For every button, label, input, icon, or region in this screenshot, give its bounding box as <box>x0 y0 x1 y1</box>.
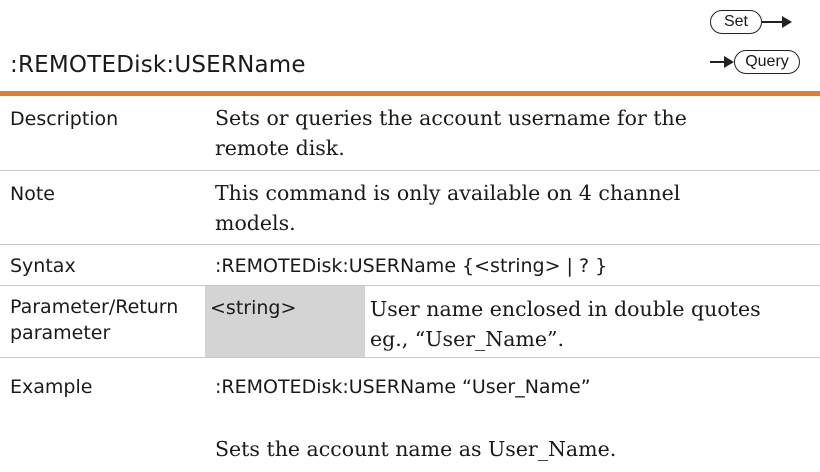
set-arrow-icon <box>762 16 792 28</box>
example-command: :REMOTEDisk:USERName “User_Name” <box>215 376 591 398</box>
page-title: :REMOTEDisk:USERName <box>10 52 306 78</box>
parameter-description: User name enclosed in double quotes eg.,… <box>370 294 810 354</box>
command-type-badges: Set Query <box>710 10 800 76</box>
parameter-desc-line-2: eg., “User_Name”. <box>370 327 564 351</box>
note-line-2: models. <box>215 211 296 235</box>
description-text: Sets or queries the account username for… <box>215 103 775 163</box>
note-line-1: This command is only available on 4 chan… <box>215 181 681 205</box>
example-label: Example <box>10 376 93 398</box>
query-arrow-icon <box>710 56 734 68</box>
set-badge: Set <box>710 10 762 34</box>
syntax-row: Syntax :REMOTEDisk:USERName {<string> | … <box>0 245 820 286</box>
description-row: Description Sets or queries the account … <box>0 96 820 171</box>
syntax-text: :REMOTEDisk:USERName {<string> | ? } <box>215 255 608 277</box>
parameter-name: <string> <box>210 297 297 319</box>
parameter-row: Parameter/Return parameter <string> User… <box>0 286 820 358</box>
note-label: Note <box>10 183 55 205</box>
parameter-label: Parameter/Return parameter <box>10 294 178 346</box>
parameter-desc-line-1: User name enclosed in double quotes <box>370 297 761 321</box>
note-text: This command is only available on 4 chan… <box>215 178 775 238</box>
description-line-2: remote disk. <box>215 136 345 160</box>
parameter-label-line-2: parameter <box>10 322 111 344</box>
note-row: Note This command is only available on 4… <box>0 171 820 245</box>
example-row: Example :REMOTEDisk:USERName “User_Name”… <box>0 358 820 472</box>
query-badge: Query <box>734 50 800 74</box>
description-label: Description <box>10 108 119 130</box>
example-result: Sets the account name as User_Name. <box>215 437 617 461</box>
parameter-label-line-1: Parameter/Return <box>10 296 179 318</box>
description-line-1: Sets or queries the account username for… <box>215 106 687 130</box>
syntax-label: Syntax <box>10 255 76 277</box>
